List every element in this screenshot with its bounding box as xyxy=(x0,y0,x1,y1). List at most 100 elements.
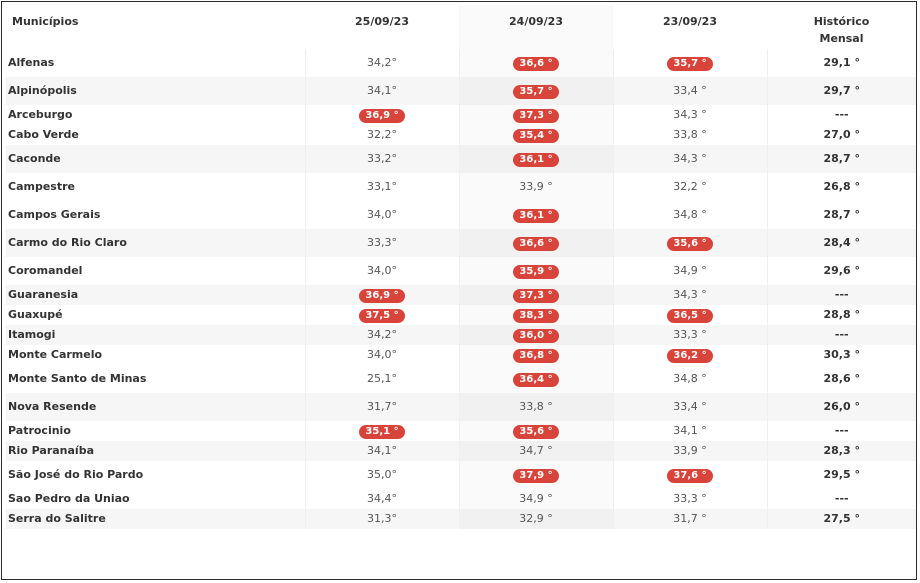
header-date-2: 24/09/23 xyxy=(459,5,613,49)
high-temp-badge: 37,3 ° xyxy=(513,288,559,303)
table-row: Campos Gerais 34,0° 36,1 ° 34,8 ° 28,7 ° xyxy=(6,201,916,229)
high-temp-badge: 35,9 ° xyxy=(513,264,559,279)
historico-mensal-cell: 30,3 ° xyxy=(823,348,860,361)
temp-cell-3: 36,5 ° xyxy=(613,305,768,325)
temp-cell-2: 36,4 ° xyxy=(459,365,614,393)
municipio-name: Monte Santo de Minas xyxy=(6,365,306,393)
temp-cell-2: 37,3 ° xyxy=(459,105,614,125)
temp-cell-1: 31,7° xyxy=(305,393,460,421)
high-temp-badge: 36,0 ° xyxy=(513,328,559,343)
municipio-name: Monte Carmelo xyxy=(6,345,306,365)
table-row: Monte Carmelo 34,0° 36,8 ° 36,2 ° 30,3 ° xyxy=(6,345,916,365)
temp-cell-1: 33,3° xyxy=(305,229,460,257)
high-temp-badge: 35,7 ° xyxy=(513,84,559,99)
municipio-name: Alpinópolis xyxy=(6,77,306,105)
municipio-name: São José do Rio Pardo xyxy=(6,461,306,489)
temp-cell-2: 35,7 ° xyxy=(459,77,614,105)
table-row: Guaranesia 36,9 ° 37,3 ° 34,3 ° --- xyxy=(6,285,916,305)
header-historico-line1: Histórico xyxy=(813,15,870,28)
temp-cell-1: 34,0° xyxy=(305,201,460,229)
temp-cell-3: 33,8 ° xyxy=(613,125,768,145)
temp-cell-2: 36,1 ° xyxy=(459,201,614,229)
municipio-name: Alfenas xyxy=(6,49,306,77)
historico-mensal-cell: --- xyxy=(767,285,916,305)
high-temp-badge: 37,6 ° xyxy=(667,468,713,483)
table-row: Alfenas 34,2° 36,6 ° 35,7 ° 29,1 ° xyxy=(6,49,916,77)
temp-cell-3: 32,2 ° xyxy=(613,173,768,201)
historico-mensal-cell: --- xyxy=(767,325,916,345)
temp-cell-3: 34,9 ° xyxy=(613,257,768,285)
municipio-name: Arceburgo xyxy=(6,105,306,125)
municipio-name: Campos Gerais xyxy=(6,201,306,229)
temp-cell-1: 36,9 ° xyxy=(305,285,460,305)
high-temp-badge: 36,9 ° xyxy=(359,108,405,123)
table-row: Alpinópolis 34,1° 35,7 ° 33,4 ° 29,7 ° xyxy=(6,77,916,105)
high-temp-badge: 36,1 ° xyxy=(513,152,559,167)
municipio-name: Carmo do Rio Claro xyxy=(6,229,306,257)
temp-cell-3: 33,4 ° xyxy=(613,77,768,105)
temp-cell-1: 33,2° xyxy=(305,145,460,173)
temp-cell-2: 36,6 ° xyxy=(459,229,614,257)
temp-cell-2: 35,9 ° xyxy=(459,257,614,285)
temp-cell-1: 34,2° xyxy=(305,49,460,77)
historico-mensal-cell: 29,1 ° xyxy=(823,56,860,69)
temp-cell-3: 34,3 ° xyxy=(613,105,768,125)
temp-cell-3: 34,8 ° xyxy=(613,365,768,393)
temp-cell-2: 36,0 ° xyxy=(459,325,614,345)
table-row: Sao Pedro da Uniao 34,4° 34,9 ° 33,3 ° --- xyxy=(6,489,916,509)
temp-cell-2: 35,4 ° xyxy=(459,125,614,145)
temp-cell-3: 34,3 ° xyxy=(613,145,768,173)
temp-cell-2: 34,9 ° xyxy=(459,489,614,509)
temp-cell-3: 36,2 ° xyxy=(613,345,768,365)
municipio-name: Guaxupé xyxy=(6,305,306,325)
high-temp-badge: 36,1 ° xyxy=(513,208,559,223)
temp-cell-3: 37,6 ° xyxy=(613,461,768,489)
temp-cell-1: 37,5 ° xyxy=(305,305,460,325)
historico-mensal-cell: --- xyxy=(834,424,849,437)
temp-cell-1: 31,3° xyxy=(305,509,460,529)
historico-mensal-cell: 28,8 ° xyxy=(823,308,860,321)
municipio-name: Rio Paranaíba xyxy=(6,441,306,461)
temp-cell-3: 33,3 ° xyxy=(613,489,768,509)
temp-cell-1: 32,2° xyxy=(305,125,460,145)
municipio-name: Guaranesia xyxy=(6,285,306,305)
temp-cell-3: 35,7 ° xyxy=(613,49,768,77)
header-historico: Histórico Mensal xyxy=(767,5,916,49)
temp-cell-2: 37,3 ° xyxy=(459,285,614,305)
municipio-name: Cabo Verde xyxy=(6,125,306,145)
temp-cell-2: 34,7 ° xyxy=(459,441,614,461)
table-row: Carmo do Rio Claro 33,3° 36,6 ° 35,6 ° 28,4 … xyxy=(6,229,916,257)
temp-cell-1: 25,1° xyxy=(305,365,460,393)
table-row: Serra do Salitre 31,3° 32,9 ° 31,7 ° 27,5 ° xyxy=(6,509,916,529)
temp-cell-2: 36,1 ° xyxy=(459,145,614,173)
high-temp-badge: 36,6 ° xyxy=(513,236,559,251)
temp-cell-2: 33,9 ° xyxy=(459,173,614,201)
historico-mensal-cell: 27,0 ° xyxy=(823,128,860,141)
temp-cell-3: 31,7 ° xyxy=(613,509,768,529)
historico-mensal-cell: 28,3 ° xyxy=(767,441,916,461)
high-temp-badge: 37,5 ° xyxy=(359,308,405,323)
historico-mensal-cell: 29,5 ° xyxy=(823,468,860,481)
high-temp-badge: 36,5 ° xyxy=(667,308,713,323)
temp-cell-3: 33,9 ° xyxy=(613,441,768,461)
municipio-name: Caconde xyxy=(6,145,306,173)
historico-mensal-cell: 29,6 ° xyxy=(823,264,860,277)
high-temp-badge: 36,9 ° xyxy=(359,288,405,303)
temp-cell-2: 36,8 ° xyxy=(459,345,614,365)
header-historico-line2: Mensal xyxy=(819,32,864,45)
historico-mensal-cell: 28,7 ° xyxy=(767,145,916,173)
historico-mensal-cell: 26,8 ° xyxy=(823,180,860,193)
historico-mensal-cell: 26,0 ° xyxy=(767,393,916,421)
temp-cell-1: 35,1 ° xyxy=(305,421,460,441)
temperature-table: Municípios 25/09/23 24/09/23 23/09/23 Hi… xyxy=(6,5,916,529)
high-temp-badge: 35,6 ° xyxy=(513,424,559,439)
temp-cell-1: 34,0° xyxy=(305,257,460,285)
table-row: Nova Resende 31,7° 33,8 ° 33,4 ° 26,0 ° xyxy=(6,393,916,421)
table-row: Guaxupé 37,5 ° 38,3 ° 36,5 ° 28,8 ° xyxy=(6,305,916,325)
municipio-name: Serra do Salitre xyxy=(6,509,306,529)
municipio-name: Nova Resende xyxy=(6,393,306,421)
temp-cell-3: 34,8 ° xyxy=(613,201,768,229)
municipio-name: Patrocinio xyxy=(6,421,306,441)
high-temp-badge: 35,7 ° xyxy=(667,56,713,71)
high-temp-badge: 36,6 ° xyxy=(513,56,559,71)
